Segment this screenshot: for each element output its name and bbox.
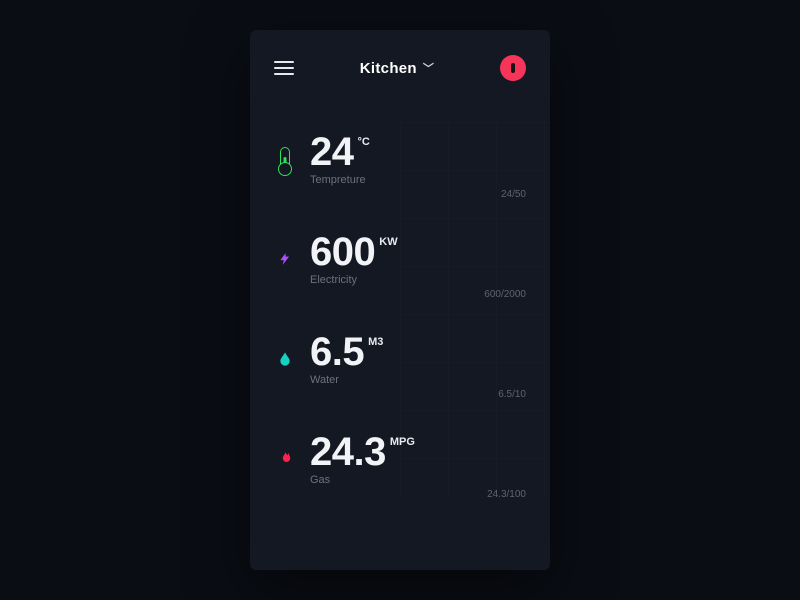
metric-unit: °C [358, 136, 370, 148]
alert-button[interactable] [500, 55, 526, 81]
metric-label: Water [310, 374, 383, 386]
metrics-list: 24 °C Tempreture 24/50 600 KW Electricit… [274, 132, 526, 486]
alert-icon [511, 63, 515, 73]
drop-icon [274, 349, 296, 369]
room-name: Kitchen [360, 60, 417, 77]
metric-ratio: 6.5/10 [498, 389, 526, 400]
menu-button[interactable] [274, 61, 294, 75]
metric-value: 24.3 [310, 432, 386, 472]
metric-water[interactable]: 6.5 M3 Water 6.5/10 [274, 332, 526, 386]
metric-label: Gas [310, 474, 415, 486]
metric-unit: M3 [368, 336, 383, 348]
thermometer-icon [274, 147, 296, 171]
app-screen: Kitchen ﹀ 24 °C Tempreture 24/50 [250, 30, 550, 570]
chevron-down-icon: ﹀ [423, 60, 434, 76]
metric-label: Electricity [310, 274, 398, 286]
flame-icon [274, 449, 296, 469]
metric-value: 6.5 [310, 332, 364, 372]
metric-ratio: 24/50 [501, 189, 526, 200]
metric-ratio: 24.3/100 [487, 489, 526, 500]
metric-electricity[interactable]: 600 KW Electricity 600/2000 [274, 232, 526, 286]
top-bar: Kitchen ﹀ [274, 50, 526, 86]
metric-reading: 24 °C Tempreture [310, 132, 370, 186]
metric-reading: 600 KW Electricity [310, 232, 398, 286]
room-selector[interactable]: Kitchen ﹀ [360, 60, 434, 77]
metric-reading: 6.5 M3 Water [310, 332, 383, 386]
bolt-icon [274, 249, 296, 269]
metric-temperature[interactable]: 24 °C Tempreture 24/50 [274, 132, 526, 186]
metric-gas[interactable]: 24.3 MPG Gas 24.3/100 [274, 432, 526, 486]
metric-unit: KW [379, 236, 397, 248]
metric-reading: 24.3 MPG Gas [310, 432, 415, 486]
metric-value: 600 [310, 232, 375, 272]
metric-ratio: 600/2000 [484, 289, 526, 300]
metric-label: Tempreture [310, 174, 370, 186]
metric-value: 24 [310, 132, 354, 172]
metric-unit: MPG [390, 436, 415, 448]
